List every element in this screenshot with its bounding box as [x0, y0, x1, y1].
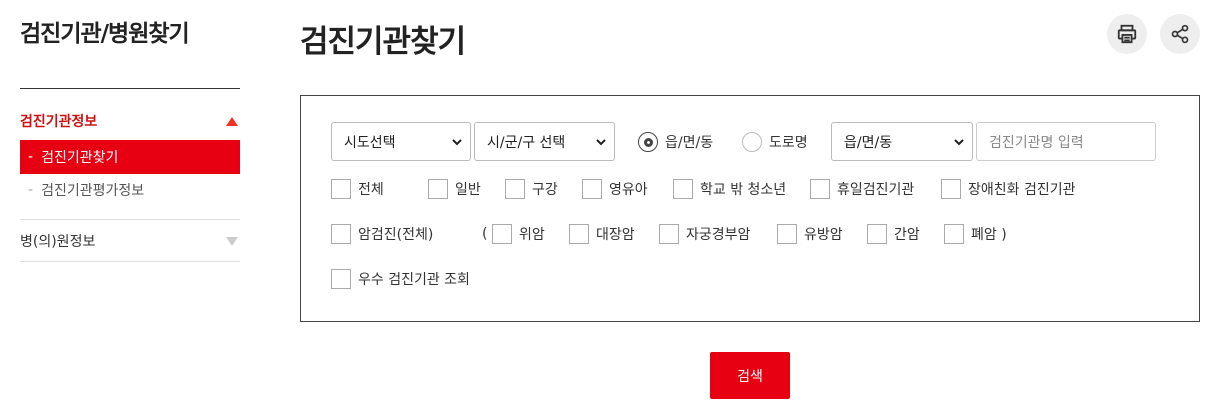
checkbox-out-of-school-youth[interactable]: 학교 밖 청소년: [673, 179, 786, 199]
checkbox-label: 영유아: [609, 182, 648, 198]
divider: [20, 88, 240, 89]
search-button[interactable]: 검색: [710, 352, 790, 399]
checkbox-stomach-cancer[interactable]: 위암: [492, 224, 545, 244]
checkbox-label: 간암: [894, 227, 920, 243]
menu-item-hospital-info[interactable]: 병(의)원정보: [20, 231, 240, 251]
sido-select[interactable]: 시도선택: [331, 122, 471, 161]
checkbox-icon: [659, 224, 679, 244]
radio-label: 읍/면/동: [665, 135, 714, 151]
radio-dong[interactable]: 읍/면/동: [638, 132, 713, 152]
checkbox-icon: [569, 224, 589, 244]
checkbox-icon: [944, 224, 964, 244]
select-value: 시/군/구 선택: [487, 134, 566, 151]
checkbox-excellent-institutions[interactable]: 우수 검진기관 조회: [331, 269, 470, 289]
printer-icon: [1117, 24, 1137, 44]
checkbox-liver-cancer[interactable]: 간암: [867, 224, 920, 244]
checkbox-cervical-cancer[interactable]: 자궁경부암: [659, 224, 750, 244]
checkbox-label: 폐암 ): [971, 227, 1007, 243]
checkbox-icon: [777, 224, 797, 244]
dash-icon: -: [28, 182, 34, 198]
checkbox-icon: [331, 179, 351, 199]
checkbox-icon: [582, 179, 602, 199]
divider: [20, 261, 240, 262]
checkbox-infant[interactable]: 영유아: [582, 179, 648, 199]
checkbox-label: 학교 밖 청소년: [700, 182, 787, 198]
sigungu-select[interactable]: 시/군/구 선택: [474, 122, 615, 161]
chevron-down-icon: [596, 139, 606, 146]
dash-icon: -: [28, 149, 34, 165]
caret-up-icon: [226, 116, 238, 126]
checkbox-label: 전체: [358, 182, 384, 198]
input-placeholder: 검진기관명 입력: [989, 134, 1084, 151]
checkbox-icon: [492, 224, 512, 244]
sidebar-title: 검진기관/병원찾기: [20, 21, 190, 47]
checkbox-label: 우수 검진기관 조회: [358, 272, 470, 288]
submenu-item-checkup-evaluation[interactable]: - 검진기관평가정보: [20, 180, 240, 200]
search-panel: 시도선택 시/군/구 선택 읍/면/동 도로명 읍/면/동 검진기관명 입력 전…: [300, 95, 1200, 322]
checkbox-general[interactable]: 일반: [428, 179, 481, 199]
chevron-down-icon: [452, 139, 462, 146]
checkbox-holiday[interactable]: 휴일검진기관: [810, 179, 914, 199]
checkbox-icon: [428, 179, 448, 199]
radio-road[interactable]: 도로명: [742, 132, 808, 152]
checkbox-icon: [673, 179, 693, 199]
paren-open: (: [482, 226, 488, 242]
checkbox-label: 장애친화 검진기관: [968, 182, 1076, 198]
share-icon: [1171, 24, 1189, 44]
menu-label: 병(의)원정보: [20, 234, 96, 250]
checkbox-label: 휴일검진기관: [837, 182, 915, 198]
divider: [20, 219, 240, 220]
select-value: 시도선택: [344, 134, 396, 151]
print-button[interactable]: [1107, 14, 1147, 54]
checkbox-label: 자궁경부암: [686, 227, 751, 243]
menu-label: 검진기관정보: [20, 114, 98, 130]
checkbox-icon: [867, 224, 887, 244]
checkbox-icon: [331, 269, 351, 289]
institution-name-input[interactable]: 검진기관명 입력: [976, 122, 1156, 161]
checkbox-icon: [810, 179, 830, 199]
checkbox-label: 구강: [532, 182, 558, 198]
caret-down-icon: [226, 236, 238, 246]
submenu-label: 검진기관찾기: [41, 150, 119, 166]
checkbox-oral[interactable]: 구강: [505, 179, 558, 199]
menu-item-checkup-info[interactable]: 검진기관정보: [20, 111, 240, 131]
select-value: 읍/면/동: [844, 134, 893, 151]
checkbox-all[interactable]: 전체: [331, 179, 384, 199]
radio-label: 도로명: [769, 135, 808, 151]
page-title: 검진기관찾기: [300, 24, 466, 60]
checkbox-label: 일반: [455, 182, 481, 198]
menu-group-checkup: 검진기관정보 - 검진기관찾기 - 검진기관평가정보: [20, 111, 240, 199]
checkbox-icon: [941, 179, 961, 199]
checkbox-disability-friendly[interactable]: 장애친화 검진기관: [941, 179, 1076, 199]
checkbox-colon-cancer[interactable]: 대장암: [569, 224, 635, 244]
share-button[interactable]: [1160, 14, 1200, 54]
checkbox-icon: [505, 179, 525, 199]
checkbox-breast-cancer[interactable]: 유방암: [777, 224, 843, 244]
checkbox-label: 대장암: [596, 227, 635, 243]
chevron-down-icon: [954, 139, 964, 146]
dong-select[interactable]: 읍/면/동: [831, 122, 973, 161]
submenu-item-find-checkup[interactable]: - 검진기관찾기: [20, 140, 240, 174]
radio-checked-icon: [638, 132, 658, 152]
checkbox-label: 위암: [519, 227, 545, 243]
checkbox-icon: [331, 224, 351, 244]
checkbox-label: 암검진(전체): [358, 227, 434, 243]
submenu-label: 검진기관평가정보: [41, 183, 145, 199]
checkbox-lung-cancer[interactable]: 폐암 ): [944, 224, 1007, 244]
checkbox-label: 유방암: [804, 227, 843, 243]
checkbox-cancer-all[interactable]: 암검진(전체): [331, 224, 433, 244]
radio-unchecked-icon: [742, 132, 762, 152]
